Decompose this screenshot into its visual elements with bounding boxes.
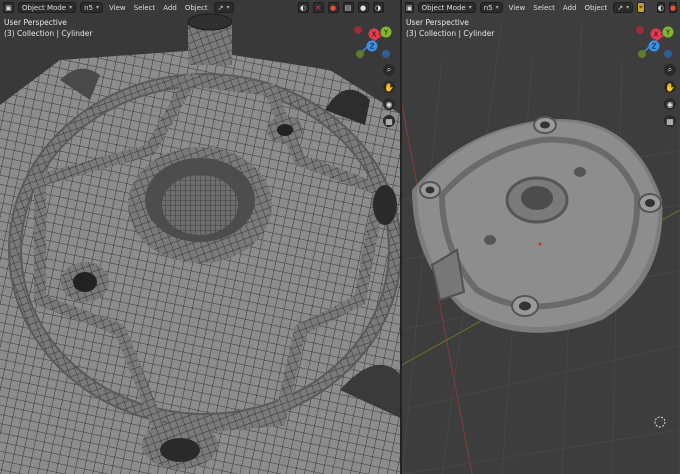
axis-y-label: Y	[383, 29, 389, 37]
wireframe-mesh-view[interactable]	[0, 0, 400, 474]
visibility-icon[interactable]: ◐	[297, 2, 309, 13]
mode-dropdown[interactable]: Object Mode ▾	[417, 2, 476, 13]
viewport-right[interactable]: ▣ Object Mode ▾ n5 ▾ View Select Add Objec…	[402, 0, 680, 474]
mode-label: Object Mode	[421, 3, 466, 12]
overlay-icon[interactable]: ●	[327, 2, 339, 13]
chevron-down-icon: ▾	[626, 4, 630, 11]
camera-icon[interactable]: ◉	[383, 98, 395, 110]
overlay-icon[interactable]: ●	[668, 2, 677, 13]
viewport-info-left: User Perspective (3) Collection | Cylind…	[4, 17, 92, 39]
mode-dropdown[interactable]: Object Mode ▾	[18, 2, 77, 13]
nav-buttons-right: ⌕ ✋ ◉ ▦	[664, 64, 676, 127]
axis-z-label: Z	[652, 43, 657, 51]
editor-type-icon[interactable]: ▣	[3, 2, 14, 13]
view-name: User Perspective	[4, 18, 67, 27]
view-name: User Perspective	[406, 18, 469, 27]
navigation-gizmo-left[interactable]: X Y Z	[350, 20, 394, 64]
camera-icon[interactable]: ◉	[664, 98, 676, 110]
mode-label: Object Mode	[22, 3, 67, 12]
chevron-down-icon: ▾	[226, 4, 230, 11]
zoom-icon[interactable]: ⌕	[383, 64, 395, 76]
menu-object[interactable]: Object	[183, 4, 210, 12]
chevron-down-icon: ▾	[468, 4, 472, 11]
collection-info: (3) Collection | Cylinder	[406, 29, 495, 38]
menu-select[interactable]: Select	[531, 4, 557, 12]
axis-x-label: X	[372, 31, 377, 39]
menu-select[interactable]: Select	[132, 4, 158, 12]
transform-pivot-dropdown[interactable]: ↗ ▾	[613, 2, 634, 13]
nav-buttons-left: ⌕ ✋ ◉ ▦	[383, 64, 395, 127]
menu-view[interactable]: View	[507, 4, 528, 12]
menu-view[interactable]: View	[107, 4, 128, 12]
axis-x-label: X	[654, 31, 659, 39]
viewport-header-left: ▣ Object Mode ▾ n5 ▾ View Select Add Objec…	[0, 0, 400, 15]
visibility-icon[interactable]: ◐	[656, 2, 665, 13]
viewport-left[interactable]: ▣ Object Mode ▾ n5 ▾ View Select Add Objec…	[0, 0, 400, 474]
menu-add[interactable]: Add	[561, 4, 579, 12]
grid-ortho-icon[interactable]: ▦	[664, 115, 676, 127]
orientation-dropdown[interactable]: n5 ▾	[80, 2, 104, 13]
pan-hand-icon[interactable]: ✋	[383, 81, 395, 93]
grid-ortho-icon[interactable]: ▦	[383, 115, 395, 127]
axis-z-label: Z	[370, 43, 375, 51]
solid-mesh-view[interactable]	[402, 0, 680, 474]
viewport-header-right: ▣ Object Mode ▾ n5 ▾ View Select Add Objec…	[402, 0, 680, 15]
transform-pivot-dropdown[interactable]: ↗ ▾	[213, 2, 234, 13]
shading-material-icon[interactable]: ◑	[372, 2, 384, 13]
zoom-icon[interactable]: ⌕	[664, 64, 676, 76]
navigation-gizmo-right[interactable]: X Y Z	[632, 20, 676, 64]
orientation-dropdown[interactable]: n5 ▾	[479, 2, 503, 13]
menu-object[interactable]: Object	[582, 4, 609, 12]
menu-add[interactable]: Add	[161, 4, 179, 12]
collection-info: (3) Collection | Cylinder	[4, 29, 93, 38]
chevron-down-icon: ▾	[69, 4, 73, 11]
editor-type-icon[interactable]: ▣	[405, 2, 414, 13]
shading-solid-icon[interactable]: ●	[357, 2, 369, 13]
gizmo-toggle-icon[interactable]: ✕	[312, 2, 324, 13]
pan-hand-icon[interactable]: ✋	[664, 81, 676, 93]
xray-icon[interactable]: ▤	[342, 2, 354, 13]
chevron-down-icon: ▾	[96, 4, 100, 11]
chevron-down-icon: ▾	[495, 4, 499, 11]
axis-y-label: Y	[665, 29, 671, 37]
snap-icon[interactable]: ⌖	[637, 2, 645, 13]
viewport-info-right: User Perspective (3) Collection | Cylind…	[406, 17, 494, 39]
